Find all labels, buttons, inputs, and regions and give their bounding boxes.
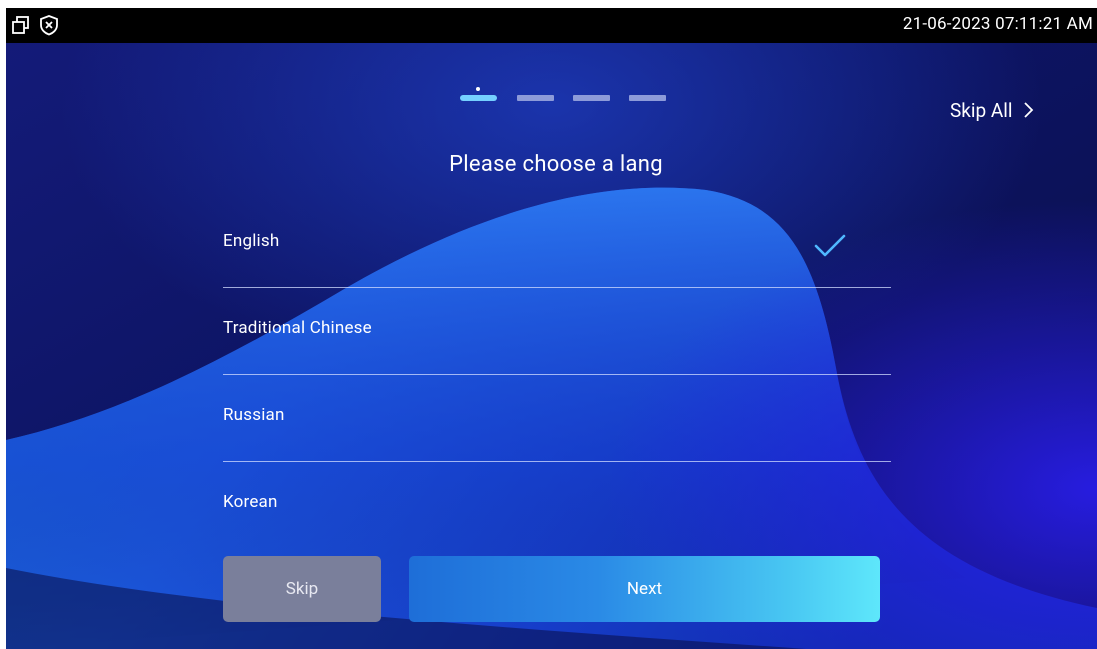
step-indicator-2	[517, 95, 554, 101]
language-option-traditional-chinese[interactable]: Traditional Chinese	[223, 288, 891, 375]
language-option-russian[interactable]: Russian	[223, 375, 891, 462]
language-label: Russian	[223, 405, 285, 425]
language-option-korean[interactable]: Korean	[223, 462, 891, 548]
step-indicator-3	[573, 95, 610, 101]
skip-all-label: Skip All	[950, 98, 1013, 122]
skip-button-label: Skip	[285, 579, 319, 599]
window-restore-icon	[12, 16, 29, 34]
step-indicator-1	[460, 87, 497, 101]
shield-x-icon	[40, 15, 58, 36]
next-button-label: Next	[626, 579, 663, 599]
chevron-right-icon	[1023, 102, 1033, 118]
next-button[interactable]: Next	[409, 556, 880, 622]
language-label: English	[223, 231, 280, 251]
page-title: Please choose a lang	[449, 152, 663, 177]
language-option-english[interactable]: English	[223, 201, 891, 288]
status-bar: 21-06-2023 07:11:21 AM	[6, 8, 1097, 43]
language-list: English Traditional Chinese Russian Kore…	[223, 201, 891, 548]
step-indicator-4	[629, 95, 666, 101]
status-clock: 21-06-2023 07:11:21 AM	[902, 14, 1093, 34]
step-current-dot	[476, 87, 480, 91]
skip-button[interactable]: Skip	[223, 556, 381, 622]
language-label: Traditional Chinese	[223, 318, 372, 338]
checkmark-icon	[814, 234, 846, 257]
language-label: Korean	[223, 492, 278, 512]
setup-screen: 21-06-2023 07:11:21 AM Skip All Please c…	[6, 8, 1097, 649]
wizard-step-indicator	[460, 84, 670, 104]
skip-all-button[interactable]: Skip All	[950, 95, 1034, 125]
